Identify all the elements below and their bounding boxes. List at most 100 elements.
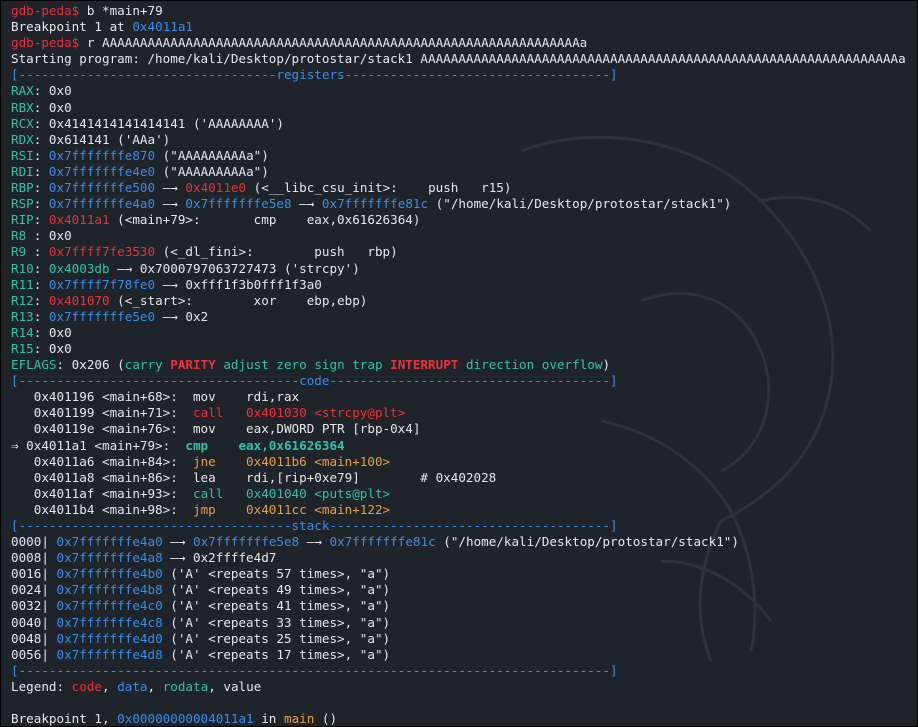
terminal-line: [----------------------------------regis… — [11, 67, 906, 83]
terminal-text-segment: R8 — [11, 228, 34, 244]
terminal-line: 0016| 0x7fffffffe4b0 ('A' <repeats 57 ti… — [11, 566, 906, 582]
terminal-text-segment: ("AAAAAAAAAa") — [155, 147, 269, 163]
terminal-line: R14: 0x0 — [11, 325, 906, 341]
terminal-text-segment: cmp eax,0x61626364 — [185, 437, 345, 453]
terminal-text-segment: 0024| — [11, 582, 57, 598]
terminal-line: R11: 0x7ffff7f78fe0 —→ 0xfff1f3b0fff1f3a… — [11, 277, 906, 293]
terminal-text-segment: R12 — [11, 292, 34, 308]
terminal-text-segment: —→ 0xfff1f3b0fff1f3a0 — [155, 276, 322, 292]
terminal-text-segment: RIP — [11, 212, 34, 228]
terminal-text-segment: [----------------------------------regis… — [11, 67, 618, 83]
terminal-text-segment: —→ — [291, 196, 322, 212]
terminal-text-segment: : 0x0 — [33, 228, 72, 244]
terminal-text-segment: 0016| — [11, 566, 57, 582]
terminal-text-segment: ('A' <repeats 57 times>, "a") — [162, 566, 391, 582]
terminal-line: gdb-peda$ r AAAAAAAAAAAAAAAAAAAAAAAAAAAA… — [11, 35, 906, 51]
terminal-text-segment: 0000| — [11, 534, 57, 550]
terminal-text-segment: 0x7fffffffe4a0 — [48, 196, 156, 212]
terminal-text-segment: RAX — [11, 83, 34, 99]
terminal-text-segment: ('A' <repeats 17 times>, "a") — [162, 646, 391, 662]
terminal-text-segment: 0x7fffffffe4c8 — [56, 614, 163, 630]
terminal-text-segment: : — [33, 276, 49, 292]
terminal-text-segment: jmp 0x4011cc <main+122> — [192, 501, 391, 517]
terminal-line: ⇒ 0x4011a1 <main+79>: cmp eax,0x61626364 — [11, 438, 906, 454]
terminal-text-segment: 0x7fffffffe4d0 — [56, 630, 163, 646]
terminal-text-segment: 0x4011a1 — [48, 212, 110, 228]
terminal-text-segment: ("/home/kali/Desktop/protostar/stack1") — [428, 196, 732, 212]
terminal-text-segment: direction overflow — [458, 357, 603, 373]
terminal-text-segment: [-------------------------------------co… — [11, 373, 618, 389]
terminal-text-segment: (<main+79>: cmp eax,0x61626364) — [109, 212, 421, 228]
terminal-text-segment: (<_start>: xor ebp,ebp) — [109, 292, 368, 308]
terminal-text-segment: : — [33, 308, 49, 324]
terminal-text-segment: 0056| — [11, 646, 57, 662]
terminal-text-segment: 0x4011a8 <main+86>: lea rdi,[rip+0xe79] … — [11, 469, 497, 485]
terminal-text-segment: RDX — [11, 131, 34, 147]
terminal-text-segment: 0x40119e <main+76>: mov eax,DWORD PTR [r… — [11, 421, 421, 437]
terminal-text-segment: 0x4011a1 — [132, 19, 193, 35]
terminal-line: 0x4011a8 <main+86>: lea rdi,[rip+0xe79] … — [11, 470, 906, 486]
terminal-text-segment: gdb-peda$ — [11, 35, 87, 51]
terminal-line: R15: 0x0 — [11, 341, 906, 357]
terminal-text-segment: (<_dl_fini>: push rbp) — [155, 244, 398, 260]
terminal-text-segment: 0032| — [11, 598, 57, 614]
terminal-text-segment: 0x4011af <main+93>: — [11, 485, 193, 501]
terminal-line: R12: 0x401070 (<_start>: xor ebp,ebp) — [11, 293, 906, 309]
terminal-text-segment: 0x7ffff7fe3530 — [48, 244, 156, 260]
terminal-text-segment: call 0x401040 <puts@plt> — [192, 485, 391, 501]
terminal-text-segment: in — [253, 711, 284, 727]
terminal-text-segment: 0x7fffffffe4b8 — [56, 582, 163, 598]
terminal-text-segment: : — [33, 260, 49, 276]
terminal-text-segment: [------------------------------------sta… — [11, 518, 618, 533]
terminal-line: 0056| 0x7fffffffe4d8 ('A' <repeats 17 ti… — [11, 647, 906, 663]
terminal-text-segment: : 0x0 — [33, 324, 72, 340]
terminal-text-segment: carry — [124, 357, 171, 373]
terminal-line: RAX: 0x0 — [11, 83, 906, 99]
terminal-text-segment: , — [147, 678, 163, 694]
terminal-text-segment: : 0x0 — [33, 99, 72, 115]
terminal-text-segment: (<__libc_csu_init>: push r15) — [246, 180, 512, 196]
terminal-text-segment: jne 0x4011b6 <main+100> — [192, 453, 391, 469]
terminal-text-segment: : 0x0 — [33, 340, 72, 356]
terminal-text-segment: 0x7fffffffe4b0 — [56, 566, 163, 582]
terminal-text-segment: 0x7fffffffe4a0 — [56, 534, 163, 550]
terminal-text-segment: INTERRUPT — [390, 357, 459, 373]
terminal-text-segment: RSI — [11, 147, 34, 163]
terminal-line: RIP: 0x4011a1 (<main+79>: cmp eax,0x6162… — [11, 212, 906, 228]
terminal-text-segment: ) — [602, 357, 611, 373]
terminal-text-segment: data — [117, 678, 148, 694]
terminal-text-segment: 0x7fffffffe5e8 — [185, 196, 292, 212]
terminal-line: [---------------------------------------… — [11, 663, 906, 679]
terminal-text-segment: RDI — [11, 163, 34, 179]
terminal-text-segment: r AAAAAAAAAAAAAAAAAAAAAAAAAAAAAAAAAAAAAA… — [86, 35, 588, 51]
terminal-text-segment: 0x7fffffffe5e8 — [193, 534, 300, 550]
terminal-line: Starting program: /home/kali/Desktop/pro… — [11, 51, 906, 67]
terminal-text-segment: 0008| — [11, 550, 57, 566]
terminal-text-segment: R13 — [11, 308, 34, 324]
terminal-text-segment: : 0x0 — [33, 83, 72, 99]
terminal-line: gdb-peda$ b *main+79 — [11, 3, 906, 19]
terminal-line: 0x4011af <main+93>: call 0x401040 <puts@… — [11, 486, 906, 502]
terminal-text-segment: : 0x4141414141414141 ('AAAAAAAA') — [33, 115, 284, 131]
terminal-text-segment: call 0x401030 <strcpy@plt> — [192, 405, 406, 421]
terminal-line: R10: 0x4003db —→ 0x7000797063727473 ('st… — [11, 261, 906, 277]
terminal-text-segment: code — [71, 678, 103, 694]
terminal-text-segment: 0x401199 <main+71>: — [11, 405, 193, 421]
terminal-text-segment: R11 — [11, 276, 34, 292]
terminal-output: gdb-peda$ b *main+79 Breakpoint 1 at 0x40… — [11, 3, 906, 727]
terminal-text-segment: ('A' <repeats 41 times>, "a") — [162, 598, 391, 614]
terminal-line: 0x4011a6 <main+84>: jne 0x4011b6 <main+1… — [11, 454, 906, 470]
terminal-text-segment: adjust zero sign trap — [215, 357, 391, 373]
terminal-text-segment: : — [33, 196, 49, 212]
terminal-line: R9 : 0x7ffff7fe3530 (<_dl_fini>: push rb… — [11, 244, 906, 260]
terminal-text-segment: —→ — [155, 180, 186, 196]
terminal-text-segment: R14 — [11, 324, 34, 340]
terminal-text-segment: —→ — [155, 196, 186, 212]
terminal-line: 0x401196 <main+68>: mov rdi,rax — [11, 389, 906, 405]
terminal-text-segment: —→ 0x2ffffe4d7 — [162, 550, 277, 566]
terminal-text-segment: : — [33, 147, 49, 163]
terminal-text-segment: 0x7fffffffe5e0 — [48, 308, 156, 324]
terminal-text-segment: RCX — [11, 115, 34, 131]
terminal-window[interactable]: gdb-peda$ b *main+79 Breakpoint 1 at 0x40… — [0, 0, 918, 727]
